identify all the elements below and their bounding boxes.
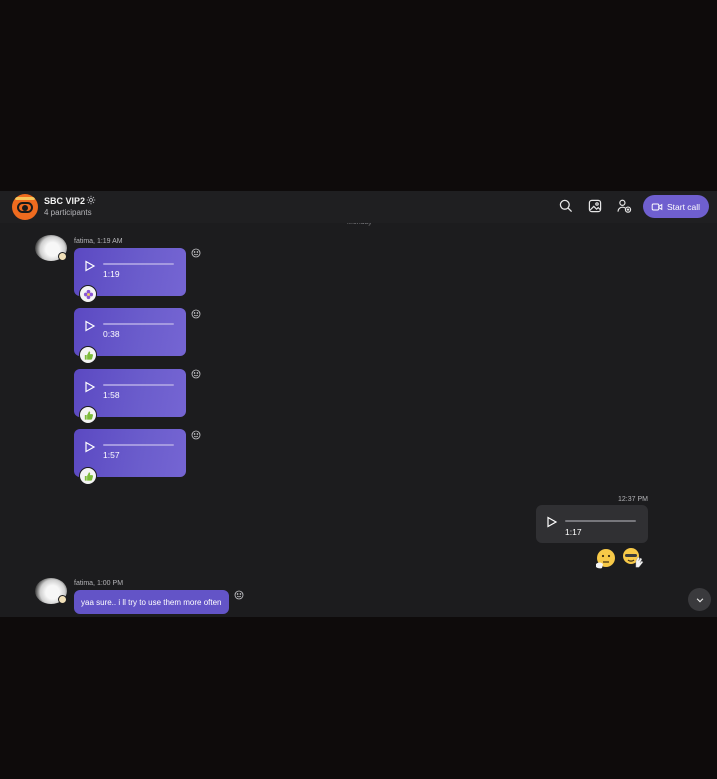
- audio-progress-track[interactable]: [103, 323, 174, 325]
- message-timestamp: 12:37 PM: [618, 496, 648, 503]
- sender-info: fatima, 1:00 PM: [74, 580, 124, 587]
- chevron-down-icon: [696, 597, 703, 602]
- avatar[interactable]: [35, 235, 67, 261]
- add-participant-icon[interactable]: [616, 198, 632, 214]
- avatar-dot: [22, 205, 28, 211]
- avatar-status: [58, 595, 67, 604]
- add-reaction-icon[interactable]: [191, 369, 201, 379]
- add-reaction-icon[interactable]: [191, 248, 201, 258]
- reaction-badge[interactable]: [79, 346, 97, 364]
- thumbs-up-icon: [84, 410, 93, 420]
- start-call-button[interactable]: Start call: [643, 195, 709, 218]
- thumbs-up-icon: [84, 471, 93, 481]
- avatar-status: [58, 252, 67, 261]
- scroll-to-bottom-button[interactable]: [688, 588, 711, 611]
- thumbs-up-icon: [84, 350, 93, 360]
- flower-icon: [83, 289, 93, 299]
- reaction-badge[interactable]: [79, 406, 97, 424]
- audio-duration: 1:57: [103, 450, 120, 460]
- waving-emoji-icon[interactable]: [621, 547, 645, 571]
- participants-count[interactable]: 4 participants: [44, 208, 92, 217]
- audio-duration: 1:58: [103, 390, 120, 400]
- avatar-band: [15, 197, 35, 200]
- gear-icon[interactable]: [86, 195, 96, 205]
- reaction-badge[interactable]: [79, 285, 97, 303]
- play-icon[interactable]: [84, 381, 96, 393]
- reaction-badge[interactable]: [79, 467, 97, 485]
- day-divider: Monday: [347, 223, 372, 227]
- audio-progress-track[interactable]: [103, 444, 174, 446]
- play-icon[interactable]: [84, 441, 96, 453]
- search-icon[interactable]: [558, 198, 574, 214]
- play-icon[interactable]: [84, 260, 96, 272]
- thinking-emoji-icon[interactable]: [593, 547, 617, 571]
- start-call-label: Start call: [667, 201, 701, 212]
- audio-duration: 0:38: [103, 329, 120, 339]
- voice-message-outgoing[interactable]: 1:17: [536, 505, 648, 543]
- chat-window: SBC VIP2 4 participants Start call fatim…: [0, 191, 717, 617]
- add-reaction-icon[interactable]: [191, 430, 201, 440]
- text-message[interactable]: yaa sure.. i ll try to use them more oft…: [74, 590, 229, 614]
- chat-title[interactable]: SBC VIP2: [44, 196, 85, 206]
- video-camera-icon: [651, 203, 663, 210]
- add-reaction-icon[interactable]: [191, 309, 201, 319]
- audio-progress-track[interactable]: [103, 384, 174, 386]
- audio-progress-track[interactable]: [103, 263, 174, 265]
- sender-info: fatima, 1:19 AM: [74, 238, 123, 245]
- group-avatar[interactable]: [12, 194, 38, 220]
- play-icon[interactable]: [546, 516, 558, 528]
- add-reaction-icon[interactable]: [234, 590, 244, 600]
- audio-duration: 1:19: [103, 269, 120, 279]
- audio-progress-track[interactable]: [565, 520, 636, 522]
- gallery-icon[interactable]: [587, 198, 603, 214]
- audio-duration: 1:17: [565, 527, 582, 537]
- play-icon[interactable]: [84, 320, 96, 332]
- chat-header: SBC VIP2 4 participants Start call: [0, 191, 717, 223]
- avatar[interactable]: [35, 578, 67, 604]
